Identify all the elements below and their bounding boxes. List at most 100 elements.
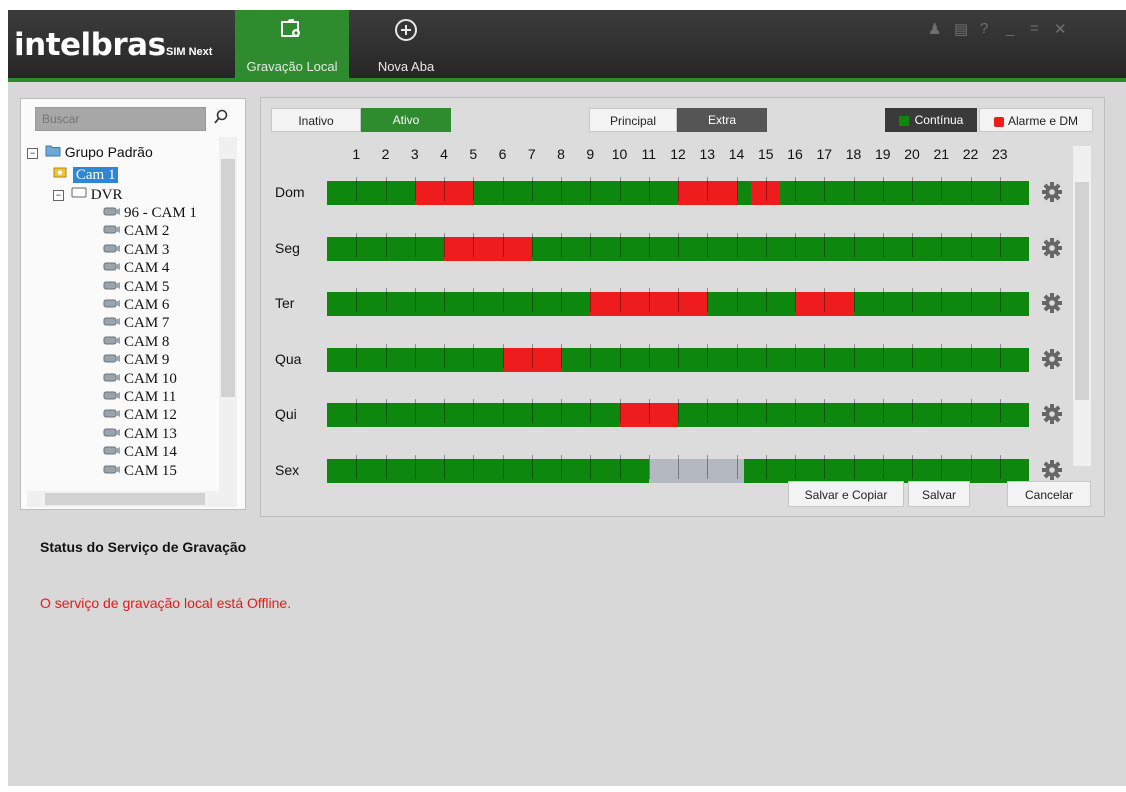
- close-icon[interactable]: ✕: [1054, 20, 1067, 38]
- active-toggle[interactable]: Ativo: [361, 108, 451, 132]
- schedule-bar[interactable]: [327, 455, 1029, 483]
- tree-item-selected-camera[interactable]: Cam 1: [53, 165, 119, 183]
- save-button[interactable]: Salvar: [908, 481, 970, 507]
- user-icon[interactable]: ♟: [928, 20, 941, 38]
- tree-camera-label: CAM 7: [124, 315, 170, 332]
- hour-gridline: [736, 343, 738, 368]
- hour-gridline: [473, 399, 475, 424]
- schedule-bar[interactable]: [327, 232, 1029, 261]
- hour-gridline: [736, 455, 738, 479]
- collapse-icon[interactable]: −: [27, 147, 38, 159]
- gear-icon[interactable]: [1041, 348, 1063, 375]
- schedule-bar[interactable]: [327, 288, 1029, 317]
- hour-tick-label: 22: [962, 146, 979, 162]
- hour-gridline: [590, 455, 592, 479]
- tree-camera-item[interactable]: CAM 5: [103, 277, 169, 295]
- save-copy-button[interactable]: Salvar e Copiar: [788, 481, 904, 507]
- tab-nova-aba[interactable]: Nova Aba: [349, 10, 463, 78]
- tree-camera-item[interactable]: CAM 13: [103, 424, 177, 442]
- device-tree-panel: − Grupo Padrão Cam 1 − DVR 96 - CAM 1 CAM…: [20, 98, 246, 510]
- folder-icon: [45, 144, 65, 160]
- tab-gravacao-local[interactable]: Gravação Local: [235, 10, 349, 78]
- hour-gridline: [970, 232, 972, 257]
- cancel-button[interactable]: Cancelar: [1007, 481, 1091, 507]
- hour-gridline: [912, 399, 913, 424]
- tree-camera-item[interactable]: CAM 2: [103, 221, 169, 239]
- day-label: Seg: [275, 239, 300, 256]
- alarm-segment[interactable]: [444, 236, 532, 261]
- tree-camera-item[interactable]: CAM 6: [103, 295, 169, 313]
- tree-horizontal-thumb[interactable]: [45, 493, 205, 505]
- gear-icon[interactable]: [1041, 181, 1063, 208]
- extra-stream-toggle[interactable]: Extra: [677, 108, 767, 132]
- hour-gridline: [590, 343, 592, 368]
- camera-icon: [103, 351, 121, 367]
- maximize-icon[interactable]: =: [1030, 20, 1039, 37]
- hour-tick-label: 12: [670, 146, 686, 162]
- schedule-bar[interactable]: [327, 177, 1029, 205]
- tree-camera-item[interactable]: CAM 4: [103, 258, 169, 276]
- tree-camera-label: CAM 15: [124, 462, 177, 479]
- tree-camera-label: CAM 12: [124, 407, 177, 424]
- hour-tick-label: 10: [611, 146, 628, 162]
- tree-camera-item[interactable]: CAM 15: [103, 461, 177, 479]
- hour-gridline: [999, 399, 1001, 424]
- gear-icon[interactable]: [1041, 292, 1063, 319]
- tree-camera-item[interactable]: CAM 10: [103, 369, 177, 387]
- legend-alarm[interactable]: Alarme e DM: [979, 108, 1093, 132]
- schedule-vertical-thumb[interactable]: [1075, 182, 1089, 400]
- gear-icon[interactable]: [1041, 237, 1063, 264]
- hour-gridline: [444, 399, 445, 424]
- hour-gridline: [765, 343, 767, 368]
- tree-camera-item[interactable]: CAM 14: [103, 442, 177, 460]
- main-stream-toggle[interactable]: Principal: [589, 108, 677, 132]
- legend-alarm-label: Alarme e DM: [1007, 114, 1078, 128]
- collapse-icon[interactable]: −: [53, 189, 64, 201]
- inactive-toggle[interactable]: Inativo: [271, 108, 361, 132]
- hour-tick-label: 8: [557, 146, 565, 162]
- hour-gridline: [824, 177, 826, 201]
- gear-icon[interactable]: [1041, 403, 1063, 430]
- tree-vertical-thumb[interactable]: [221, 159, 235, 397]
- camera-icon: [103, 333, 121, 349]
- hour-gridline: [531, 343, 533, 368]
- tree-camera-item[interactable]: CAM 3: [103, 240, 169, 258]
- legend-continuous[interactable]: Contínua: [885, 108, 977, 132]
- hour-gridline: [473, 232, 475, 257]
- tree-camera-item[interactable]: CAM 9: [103, 350, 169, 368]
- tree-dvr[interactable]: − DVR: [53, 185, 122, 203]
- schedule-vertical-scrollbar[interactable]: [1073, 146, 1091, 466]
- search-icon[interactable]: [214, 109, 228, 130]
- tree-camera-label: CAM 13: [124, 425, 177, 442]
- tree-camera-item[interactable]: CAM 8: [103, 332, 169, 350]
- hour-gridline: [414, 232, 416, 257]
- tree-vertical-scrollbar[interactable]: [219, 137, 237, 491]
- hour-gridline: [356, 288, 358, 313]
- hour-tick-label: 1: [352, 146, 361, 162]
- schedule-bar[interactable]: [327, 399, 1029, 428]
- tree-group[interactable]: − Grupo Padrão: [27, 143, 153, 161]
- schedule-bar[interactable]: [327, 343, 1029, 372]
- hour-gridline: [502, 455, 504, 479]
- empty-segment[interactable]: [648, 459, 744, 483]
- hour-gridline: [707, 455, 709, 479]
- search-input[interactable]: [35, 107, 206, 131]
- tree-camera-item[interactable]: 96 - CAM 1: [103, 203, 197, 221]
- lock-icon[interactable]: ▤: [954, 20, 968, 38]
- hour-gridline: [678, 177, 679, 201]
- hour-gridline: [414, 455, 416, 479]
- tree-camera-item[interactable]: CAM 7: [103, 313, 169, 331]
- tree-camera-label: CAM 5: [124, 278, 170, 295]
- hour-gridline: [561, 399, 562, 424]
- hour-gridline: [531, 288, 533, 313]
- help-icon[interactable]: ?: [980, 20, 988, 37]
- tree-horizontal-scrollbar[interactable]: [27, 491, 237, 507]
- day-row: Ter: [261, 288, 1104, 319]
- tree-camera-item[interactable]: CAM 11: [103, 387, 176, 405]
- tree-camera-item[interactable]: CAM 12: [103, 405, 177, 423]
- minimize-icon[interactable]: _: [1006, 20, 1014, 37]
- hour-gridline: [473, 343, 475, 368]
- hour-gridline: [707, 177, 709, 201]
- hour-tick-label: 5: [469, 146, 478, 162]
- hour-gridline: [736, 177, 738, 201]
